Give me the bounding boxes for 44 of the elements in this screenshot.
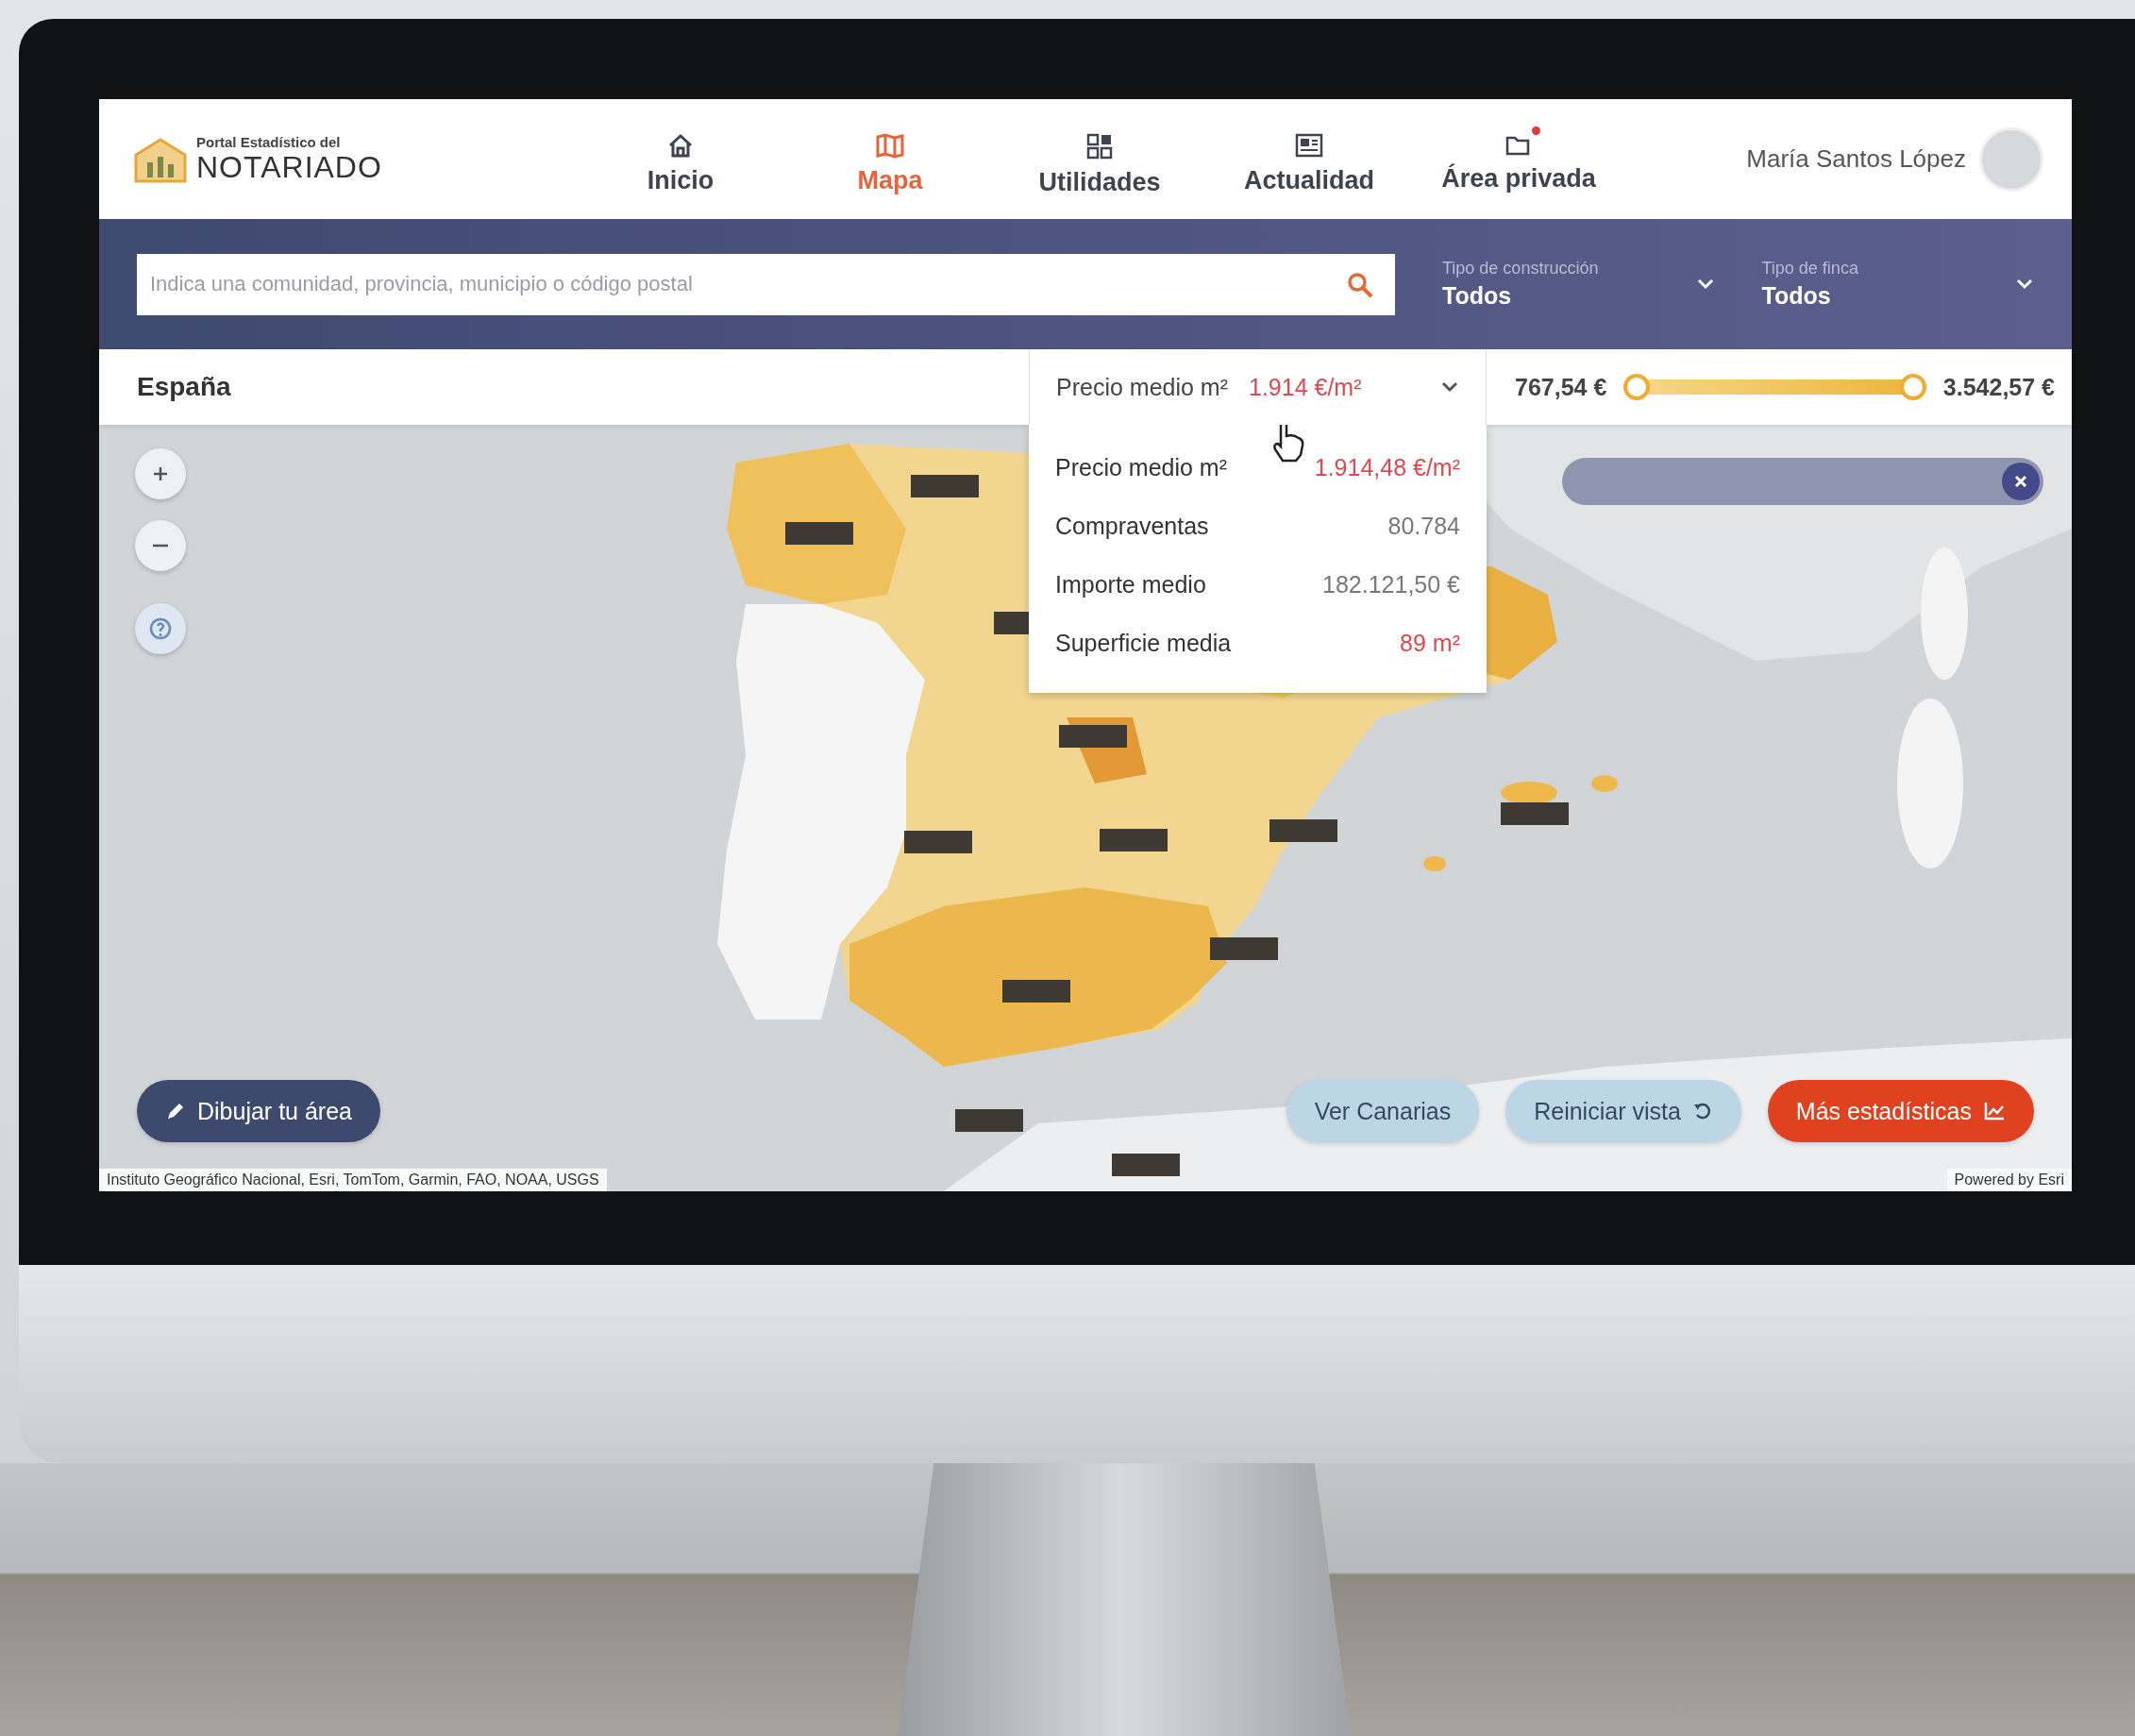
plus-icon — [151, 464, 170, 483]
menu-item[interactable]: Precio medio m² 1.914,48 €/m² — [1055, 438, 1460, 497]
nav-tab[interactable]: Área privada — [1414, 121, 1623, 197]
grid-icon — [1085, 132, 1114, 160]
filter-dropdown[interactable]: Tipo de finca Todos — [1761, 259, 2034, 310]
minus-icon — [153, 544, 168, 548]
help-icon — [148, 616, 173, 641]
close-button[interactable] — [2002, 463, 2040, 500]
range-min-label: 767,54 € — [1515, 373, 1607, 401]
canarias-button[interactable]: Ver Canarias — [1286, 1080, 1480, 1142]
pencil-icon — [165, 1101, 186, 1121]
map-icon — [875, 132, 905, 159]
search-field[interactable]: Indica una comunidad, provincia, municipio o código postal — [137, 253, 1395, 315]
user-name: María Santos López — [1746, 144, 1966, 174]
draw-area-button[interactable]: Dibujar tu área — [137, 1080, 380, 1142]
menu-item[interactable]: Compraventas 80.784 — [1055, 497, 1460, 555]
nav-tab[interactable]: Utilidades — [995, 121, 1204, 197]
help-button[interactable] — [135, 603, 186, 654]
chevron-down-icon — [1440, 380, 1459, 394]
newspaper-icon — [1294, 132, 1324, 159]
range-max-label: 3.542,57 € — [1942, 373, 2055, 401]
logo-title: NOTARIADO — [196, 149, 382, 185]
zoom-in-button[interactable] — [135, 448, 186, 499]
search-icon[interactable] — [1346, 270, 1374, 299]
menu-item[interactable]: Importe medio 182.121,50 € — [1055, 555, 1460, 614]
close-icon — [2013, 474, 2028, 489]
chevron-down-icon — [2015, 278, 2034, 291]
filter-dropdown[interactable]: Tipo de construcción Todos — [1442, 259, 1715, 310]
range-slider[interactable] — [1623, 374, 1926, 400]
powered-by-link[interactable]: Powered by Esri — [1946, 1169, 2072, 1191]
metric-dropdown[interactable]: Precio medio m² 1.914 €/m² — [1029, 349, 1487, 425]
home-icon — [666, 132, 695, 159]
nav-tab[interactable]: Inicio — [576, 121, 785, 197]
rotate-icon — [1691, 1101, 1713, 1121]
menu-item[interactable]: Superficie media 89 m² — [1055, 614, 1460, 672]
line-chart-icon — [1983, 1101, 2006, 1121]
reset-view-button[interactable]: Reiniciar vista — [1505, 1080, 1741, 1142]
nav-tab[interactable]: Actualidad — [1204, 121, 1414, 197]
chevron-down-icon — [1695, 278, 1715, 291]
zoom-out-button[interactable] — [135, 520, 186, 571]
map-attribution: Instituto Geográfico Nacional, Esri, TomTom, Garmin, FAO, NOAA, USGS — [99, 1169, 607, 1191]
more-stats-button[interactable]: Más estadísticas — [1767, 1080, 2034, 1142]
location-title: España — [136, 372, 232, 402]
logo-subtitle: Portal Estadístico del — [196, 133, 342, 150]
